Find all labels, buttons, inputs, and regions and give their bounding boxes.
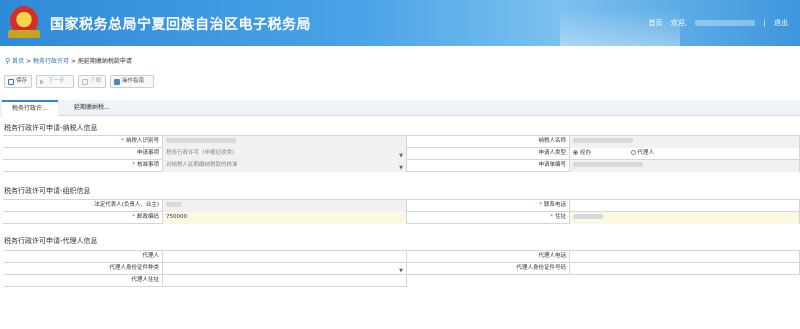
address-input[interactable] — [570, 212, 800, 224]
taxpayer-form: * 纳税人识别号 纳税人名称 申请事项 税务行政许可（申报征收类） ▼ 申请人类型 … — [3, 135, 800, 174]
taxpayer-id-field[interactable] — [163, 136, 407, 148]
phone-label: * 联系电话 — [407, 200, 570, 212]
form-row: 法定代表人(负责人、业主) * 联系电话 — [3, 200, 800, 212]
apply-no-label: 申请单编号 — [407, 160, 570, 172]
breadcrumb: ⚲ 首页 > 税务行政许可 > 拖延期缴纳税款申请 — [5, 56, 132, 65]
agent-id-type-label: 代理人身份证件种类 — [3, 263, 163, 275]
apply-item-select[interactable]: 税务行政许可（申报征收类） ▼ — [163, 148, 407, 160]
chevron-down-icon: ▼ — [399, 165, 403, 171]
download-icon — [82, 79, 88, 85]
applicant-type-radios: 经办 代理人 — [570, 148, 800, 160]
legal-rep-field[interactable] — [163, 200, 407, 212]
postcode-label: * 邮政编码 — [3, 212, 163, 224]
phone-field[interactable] — [570, 200, 800, 212]
save-label: 保存 — [16, 78, 28, 84]
agent-phone-label: 代理人电话 — [407, 251, 570, 263]
agent-label: 代理人 — [3, 251, 163, 263]
home-link[interactable]: 首页 — [648, 19, 662, 27]
taxpayer-name-field[interactable] — [570, 136, 800, 148]
breadcrumb-sep: > — [70, 58, 76, 65]
agent-address-label: 代理人住址 — [3, 275, 163, 287]
save-icon — [8, 79, 14, 85]
org-form: 法定代表人(负责人、业主) * 联系电话 * 邮政编码 750000 * 住址 — [3, 199, 800, 225]
tab-deferred-payment[interactable]: 延期缴纳税... — [64, 100, 120, 116]
breadcrumb-sep: > — [26, 58, 32, 65]
agent-id-no-label: 代理人身份证件号码 — [407, 263, 570, 275]
user-name-blurred — [695, 20, 756, 26]
app-header: 国家税务总局宁夏回族自治区电子税务局 首页 欢迎, | 退出 — [0, 0, 800, 46]
download-label: 下载 — [90, 78, 102, 84]
section-agent-title: 税务行政许可申请-代理人信息 — [4, 237, 98, 245]
tax-emblem-base — [8, 30, 40, 38]
taxpayer-id-label: * 纳税人识别号 — [3, 136, 163, 148]
section-org-title: 税务行政许可申请-组织信息 — [4, 187, 91, 195]
form-row: * 纳税人识别号 纳税人名称 — [3, 136, 800, 148]
radio-handler[interactable] — [573, 150, 578, 155]
welcome-text: 欢迎, — [670, 19, 687, 27]
next-icon — [40, 79, 44, 85]
section-taxpayer-title: 税务行政许可申请-纳税人信息 — [4, 124, 98, 132]
form-row: 代理人住址 — [3, 275, 407, 287]
breadcrumb-home[interactable]: 首页 — [12, 58, 24, 65]
form-row: * 核准事项 对纳税人延期缴纳税款的核准 ▼ 申请单编号 — [3, 160, 800, 172]
location-icon: ⚲ — [5, 57, 11, 65]
breadcrumb-current: 拖延期缴纳税款申请 — [77, 58, 132, 65]
form-row: 代理人身份证件种类 ▼ 代理人身份证件号码 — [3, 263, 800, 275]
next-button[interactable]: 下一步 — [36, 75, 74, 88]
sub-item-select[interactable]: 对纳税人延期缴纳税款的核准 ▼ — [163, 160, 407, 172]
address-label: * 住址 — [407, 212, 570, 224]
save-button[interactable]: 保存 — [4, 75, 32, 88]
applicant-type-label: 申请人类型 — [407, 148, 570, 160]
breadcrumb-level2[interactable]: 税务行政许可 — [33, 58, 69, 65]
logout-link[interactable]: 退出 — [774, 19, 788, 27]
next-label: 下一步 — [48, 78, 65, 84]
guide-label: 操作指南 — [122, 78, 145, 84]
form-row: * 邮政编码 750000 * 住址 — [3, 212, 800, 224]
chevron-down-icon: ▼ — [399, 153, 403, 159]
agent-input[interactable] — [163, 251, 407, 263]
form-row: 申请事项 税务行政许可（申报征收类） ▼ 申请人类型 经办 代理人 — [3, 148, 800, 160]
radio-agent[interactable] — [630, 150, 636, 155]
apply-no-field[interactable] — [570, 160, 800, 172]
agent-phone-input[interactable] — [570, 251, 800, 263]
taxpayer-name-label: 纳税人名称 — [407, 136, 570, 148]
download-button[interactable]: 下载 — [78, 75, 106, 88]
legal-rep-label: 法定代表人(负责人、业主) — [3, 200, 163, 212]
book-icon — [114, 79, 120, 85]
header-separator: | — [763, 19, 766, 27]
site-title: 国家税务总局宁夏回族自治区电子税务局 — [50, 17, 311, 33]
sub-item-label: * 核准事项 — [3, 160, 163, 172]
agent-address-input[interactable] — [163, 275, 407, 287]
header-links: 首页 欢迎, | 退出 — [642, 18, 788, 28]
tab-tax-permit[interactable]: 税务行政许... — [2, 100, 58, 116]
tab-bar: 税务行政许... 延期缴纳税... — [0, 100, 800, 116]
apply-item-label: 申请事项 — [3, 148, 163, 160]
postcode-input[interactable]: 750000 — [163, 212, 407, 224]
agent-form: 代理人 代理人电话 代理人身份证件种类 ▼ 代理人身份证件号码 代理人住址 — [3, 250, 800, 295]
chevron-down-icon: ▼ — [399, 268, 403, 274]
guide-button[interactable]: 操作指南 — [110, 75, 154, 88]
form-row: 代理人 代理人电话 — [3, 251, 800, 263]
agent-id-no-input[interactable] — [570, 263, 800, 275]
agent-id-type-select[interactable]: ▼ — [163, 263, 407, 275]
